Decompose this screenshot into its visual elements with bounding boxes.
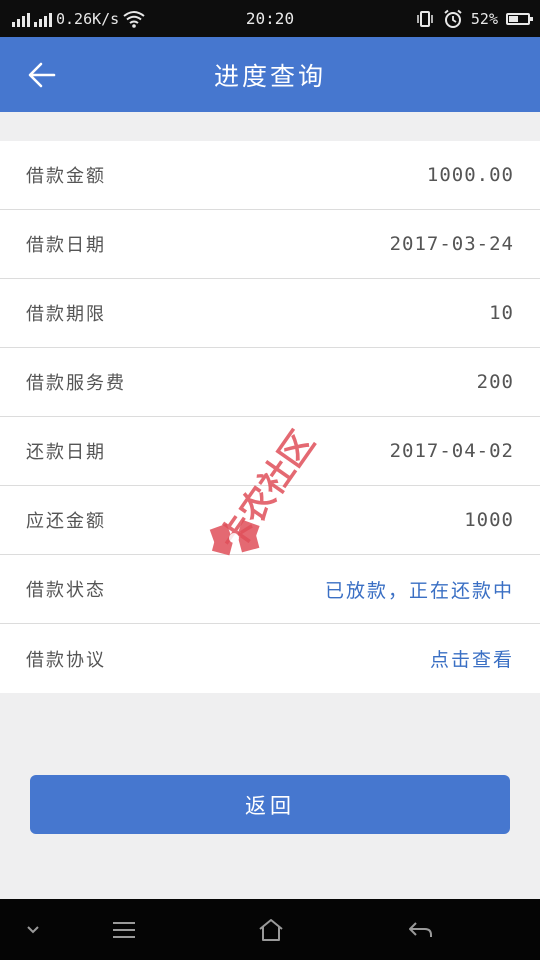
nav-home-button[interactable]	[241, 899, 301, 960]
status-right: 52%	[415, 0, 533, 37]
detail-value: 1000.00	[426, 164, 514, 186]
detail-label: 借款金额	[26, 166, 106, 187]
detail-label: 应还金额	[26, 511, 106, 532]
detail-value: 2017-03-24	[389, 233, 514, 255]
nav-menu-button[interactable]	[94, 899, 154, 960]
nav-back-button[interactable]	[390, 899, 450, 960]
detail-label: 借款服务费	[26, 373, 126, 394]
menu-icon	[113, 921, 135, 938]
detail-label: 借款状态	[26, 580, 106, 601]
chevron-down-icon	[27, 925, 39, 933]
alarm-icon	[444, 9, 462, 28]
home-icon	[259, 918, 283, 941]
detail-link[interactable]: 点击查看	[430, 645, 514, 672]
status-bar: 0.26K/s 20:20 52%	[0, 0, 540, 37]
return-button[interactable]: 返回	[30, 775, 510, 834]
detail-row: 借款金额 1000.00	[0, 141, 540, 210]
detail-label: 还款日期	[26, 442, 106, 463]
vibrate-icon	[417, 10, 433, 27]
detail-value: 200	[476, 371, 514, 393]
detail-row[interactable]: 借款状态 已放款，正在还款中	[0, 555, 540, 624]
loan-detail-list: 借款金额 1000.00 借款日期 2017-03-24 借款期限 10 借款服务费 200 还…	[0, 141, 540, 693]
detail-label: 借款期限	[26, 304, 106, 325]
app-header: 进度查询	[0, 37, 540, 112]
battery-percent: 52%	[470, 9, 498, 28]
system-nav-bar	[0, 899, 540, 960]
detail-label: 借款协议	[26, 649, 106, 671]
detail-row: 借款服务费 200	[0, 348, 540, 417]
detail-row: 应还金额 1000	[0, 486, 540, 555]
detail-value: 10	[489, 302, 514, 324]
detail-value: 1000	[464, 509, 514, 531]
detail-value: 2017-04-02	[389, 440, 514, 462]
back-icon	[409, 921, 432, 937]
detail-row: 借款日期 2017-03-24	[0, 210, 540, 279]
battery-icon	[506, 12, 533, 25]
detail-label: 借款日期	[26, 235, 106, 256]
nav-hide-button[interactable]	[3, 899, 63, 960]
detail-row: 还款日期 2017-04-02	[0, 417, 540, 486]
detail-link[interactable]: 已放款，正在还款中	[325, 576, 514, 603]
detail-row[interactable]: 借款协议 点击查看	[0, 624, 540, 693]
detail-row: 借款期限 10	[0, 279, 540, 348]
page-title: 进度查询	[213, 61, 326, 91]
